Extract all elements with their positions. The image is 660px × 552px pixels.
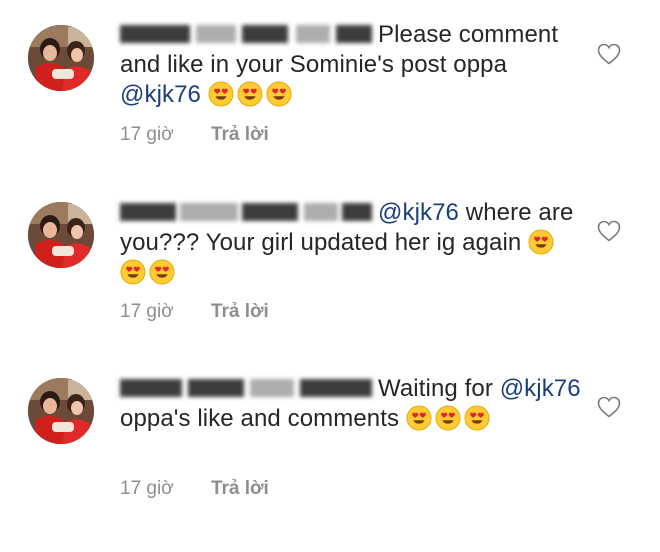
comment-body: Please comment and like in your Sominie'… <box>120 20 582 110</box>
timestamp: 17 giờ <box>120 124 174 145</box>
heart-eyes-emoji-icon <box>528 229 554 255</box>
heart-eyes-emoji-icon <box>208 81 234 107</box>
comment-text-after: oppa's like and comments <box>120 405 400 432</box>
heart-eyes-emoji-icon <box>435 405 461 431</box>
heart-eyes-emoji-icon <box>266 81 292 107</box>
heart-outline-icon[interactable] <box>597 396 621 418</box>
timestamp: 17 giờ <box>120 478 174 499</box>
username-redacted[interactable] <box>120 203 372 221</box>
heart-eyes-emoji-icon <box>464 405 490 431</box>
avatar[interactable] <box>28 25 94 91</box>
heart-eyes-emoji-icon <box>149 259 175 285</box>
mention-link[interactable]: @kjk76 <box>500 375 581 402</box>
reply-button[interactable]: Trả lời <box>211 301 269 322</box>
timestamp: 17 giờ <box>120 301 174 322</box>
comment-body: @kjk76 where are you??? Your girl update… <box>120 198 582 288</box>
mention-link[interactable]: @kjk76 <box>120 81 201 108</box>
reply-button[interactable]: Trả lời <box>211 124 269 145</box>
username-redacted[interactable] <box>120 25 372 43</box>
heart-outline-icon[interactable] <box>597 220 621 242</box>
heart-eyes-emoji-icon <box>120 259 146 285</box>
comment-meta: 17 giờ Trả lời <box>120 124 269 146</box>
comment-text: Waiting for <box>378 375 493 402</box>
comment-meta: 17 giờ Trả lời <box>120 301 269 323</box>
avatar[interactable] <box>28 378 94 444</box>
comment-body: Waiting for @kjk76 oppa's like and comme… <box>120 374 582 434</box>
mention-link[interactable]: @kjk76 <box>378 199 459 226</box>
heart-eyes-emoji-icon <box>237 81 263 107</box>
heart-eyes-emoji-icon <box>406 405 432 431</box>
heart-outline-icon[interactable] <box>597 43 621 65</box>
reply-button[interactable]: Trả lời <box>211 478 269 499</box>
username-redacted[interactable] <box>120 379 372 397</box>
comment-meta: 17 giờ Trả lời <box>120 478 269 500</box>
avatar[interactable] <box>28 202 94 268</box>
